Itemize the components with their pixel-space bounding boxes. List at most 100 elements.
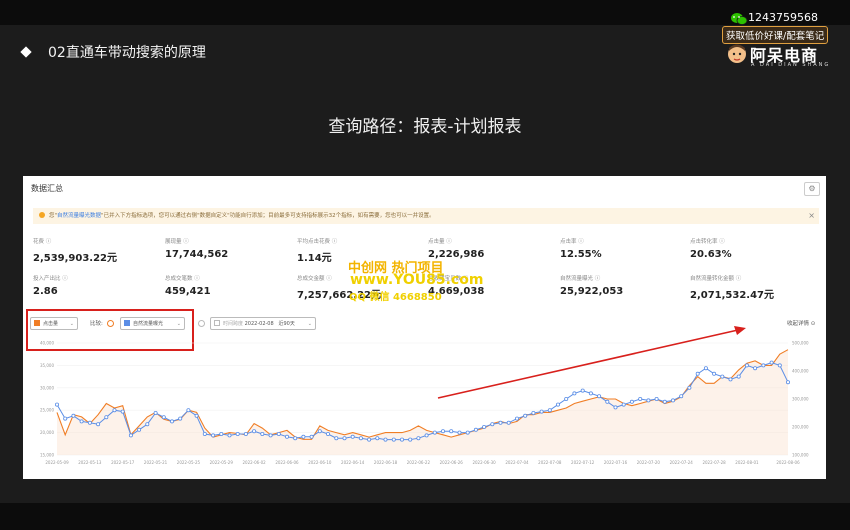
y-right-tick-label: 100,000 bbox=[792, 453, 809, 458]
exposure-data-point bbox=[761, 363, 766, 368]
exposure-data-point bbox=[523, 413, 528, 418]
trend-arrowhead bbox=[734, 326, 746, 335]
exposure-data-point bbox=[293, 436, 298, 441]
exposure-data-point bbox=[473, 427, 478, 432]
exposure-data-point bbox=[399, 437, 404, 442]
exposure-data-point bbox=[317, 429, 322, 434]
exposure-data-point bbox=[161, 415, 166, 420]
exposure-data-point bbox=[128, 433, 133, 438]
exposure-data-point bbox=[679, 394, 684, 399]
exposure-data-point bbox=[736, 374, 741, 379]
exposure-data-point bbox=[145, 422, 150, 427]
exposure-data-point bbox=[432, 430, 437, 435]
exposure-data-point bbox=[301, 434, 306, 439]
exposure-data-point bbox=[153, 410, 158, 415]
exposure-data-point bbox=[391, 437, 396, 442]
exposure-data-point bbox=[104, 415, 109, 420]
exposure-data-point bbox=[87, 420, 92, 425]
exposure-data-point bbox=[613, 405, 618, 410]
exposure-data-point bbox=[547, 408, 552, 413]
exposure-data-point bbox=[744, 363, 749, 368]
y-left-tick-label: 35,000 bbox=[40, 363, 54, 368]
exposure-data-point bbox=[712, 371, 717, 376]
exposure-data-point bbox=[55, 402, 60, 407]
exposure-data-point bbox=[79, 419, 84, 424]
exposure-data-point bbox=[703, 366, 708, 371]
exposure-data-point bbox=[720, 374, 725, 379]
exposure-data-point bbox=[252, 429, 257, 434]
exposure-data-point bbox=[219, 431, 224, 436]
exposure-data-point bbox=[638, 396, 643, 401]
x-tick-label: 2022-08-01 bbox=[735, 460, 759, 465]
exposure-data-point bbox=[334, 436, 339, 441]
y-right-tick-label: 400,000 bbox=[792, 369, 809, 374]
exposure-data-point bbox=[572, 391, 577, 396]
exposure-data-point bbox=[777, 363, 782, 368]
exposure-data-point bbox=[325, 431, 330, 436]
exposure-data-point bbox=[506, 420, 511, 425]
exposure-data-point bbox=[342, 436, 347, 441]
exposure-data-point bbox=[539, 409, 544, 414]
exposure-data-point bbox=[498, 420, 503, 425]
exposure-data-point bbox=[490, 422, 495, 427]
x-tick-label: 2022-06-22 bbox=[407, 460, 431, 465]
exposure-data-point bbox=[580, 388, 585, 393]
x-tick-label: 2022-05-21 bbox=[144, 460, 168, 465]
exposure-data-point bbox=[753, 366, 758, 371]
exposure-data-point bbox=[662, 399, 667, 404]
exposure-data-point bbox=[531, 410, 536, 415]
x-tick-label: 2022-07-16 bbox=[604, 460, 628, 465]
video-bottom-bar bbox=[0, 503, 850, 530]
exposure-data-point bbox=[515, 416, 520, 421]
x-tick-label: 2022-05-09 bbox=[45, 460, 69, 465]
exposure-data-point bbox=[63, 416, 68, 421]
exposure-data-point bbox=[284, 434, 289, 439]
x-tick-label: 2022-06-10 bbox=[308, 460, 332, 465]
exposure-data-point bbox=[358, 436, 363, 441]
exposure-data-point bbox=[367, 437, 372, 442]
x-tick-label: 2022-07-28 bbox=[702, 460, 726, 465]
x-tick-label: 2022-07-20 bbox=[637, 460, 661, 465]
exposure-data-point bbox=[769, 360, 774, 365]
x-tick-label: 2022-08-06 bbox=[776, 460, 800, 465]
exposure-data-point bbox=[202, 431, 207, 436]
exposure-data-point bbox=[71, 413, 76, 418]
exposure-data-point bbox=[309, 434, 314, 439]
exposure-data-point bbox=[440, 429, 445, 434]
x-tick-label: 2022-05-17 bbox=[111, 460, 135, 465]
exposure-data-point bbox=[597, 394, 602, 399]
exposure-data-point bbox=[227, 433, 232, 438]
exposure-data-point bbox=[408, 437, 413, 442]
exposure-data-point bbox=[96, 422, 101, 427]
exposure-data-point bbox=[556, 402, 561, 407]
x-tick-label: 2022-07-04 bbox=[505, 460, 529, 465]
x-tick-label: 2022-07-08 bbox=[538, 460, 562, 465]
x-tick-label: 2022-07-24 bbox=[670, 460, 694, 465]
exposure-data-point bbox=[728, 377, 733, 382]
exposure-data-point bbox=[465, 430, 470, 435]
exposure-data-point bbox=[629, 399, 634, 404]
y-right-tick-label: 500,000 bbox=[792, 341, 809, 346]
y-left-tick-label: 25,000 bbox=[40, 408, 54, 413]
x-tick-label: 2022-06-14 bbox=[341, 460, 365, 465]
exposure-data-point bbox=[621, 402, 626, 407]
exposure-data-point bbox=[482, 424, 487, 429]
exposure-data-point bbox=[350, 434, 355, 439]
y-left-tick-label: 15,000 bbox=[40, 453, 54, 458]
exposure-data-point bbox=[457, 430, 462, 435]
watermark-line2: www.YOU85.com bbox=[350, 272, 484, 288]
exposure-data-point bbox=[268, 433, 273, 438]
exposure-data-point bbox=[120, 409, 125, 414]
y-right-tick-label: 300,000 bbox=[792, 397, 809, 402]
exposure-data-point bbox=[646, 398, 651, 403]
x-tick-label: 2022-05-29 bbox=[210, 460, 234, 465]
watermark-line3: QQ 微信 4668850 bbox=[349, 292, 442, 303]
exposure-data-point bbox=[416, 436, 421, 441]
y-left-tick-label: 40,000 bbox=[40, 341, 54, 346]
x-tick-label: 2022-06-06 bbox=[275, 460, 299, 465]
x-tick-label: 2022-05-13 bbox=[78, 460, 102, 465]
x-tick-label: 2022-06-26 bbox=[440, 460, 464, 465]
x-tick-label: 2022-06-02 bbox=[242, 460, 266, 465]
x-tick-label: 2022-05-25 bbox=[177, 460, 201, 465]
y-left-tick-label: 20,000 bbox=[40, 430, 54, 435]
